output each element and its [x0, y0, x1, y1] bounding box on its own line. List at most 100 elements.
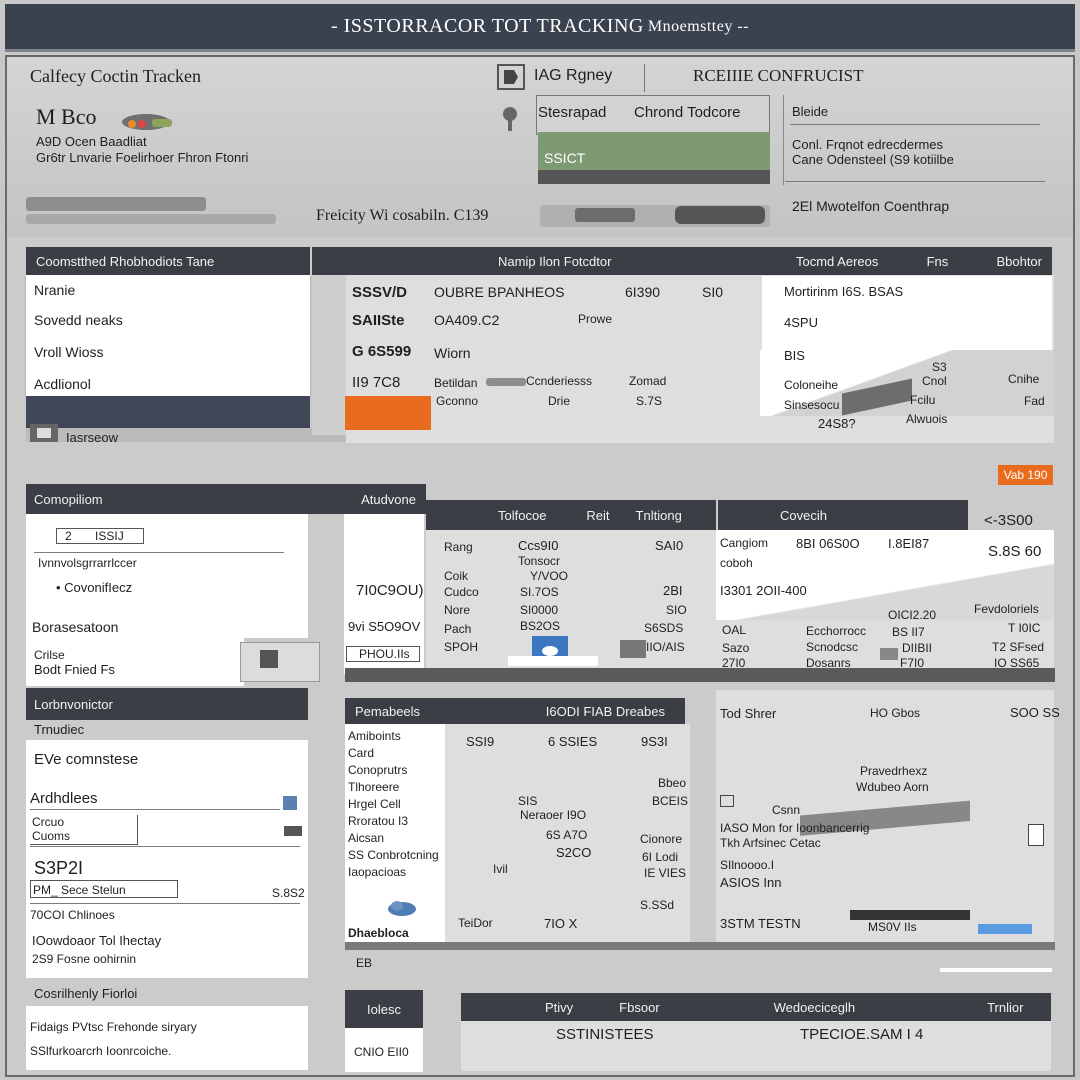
right-top-n2: Cnol: [922, 374, 947, 388]
right-top-badge-button[interactable]: Vab 190: [998, 465, 1053, 485]
mid-low-cloud-icon[interactable]: [382, 896, 422, 918]
left-low-line-1: EVe comnstese: [34, 751, 139, 768]
left-top-item-1[interactable]: Nranie: [34, 282, 75, 298]
right-header-line-1: Conl. Frqnot edrecdermes: [792, 137, 944, 152]
right-low-header: Tod Shrer: [720, 706, 777, 721]
right-low-blue-button[interactable]: [978, 924, 1032, 934]
bottom-mid-value: CNIO EII0: [354, 1045, 409, 1059]
right-top-n3: Cnihe: [1008, 372, 1040, 386]
right-top-line-1: Mortirinm I6S. BSAS: [784, 284, 904, 299]
mid-top-row-4-c1: Ccnderiesss: [526, 374, 593, 388]
left-top-footer-icon[interactable]: [30, 424, 58, 442]
left-top-item-4[interactable]: Acdlionol: [34, 376, 91, 392]
right-low-h2: HO Gbos: [870, 706, 921, 720]
bottom-mid-label: EB: [356, 956, 373, 970]
right-low-flag-icon[interactable]: [720, 795, 734, 807]
mid-top-row-1-name: OUBRE BPANHEOS: [434, 284, 565, 300]
center-row-4-b: SI.7OS: [520, 585, 559, 599]
mid-top-row-3-name: Wiorn: [434, 345, 471, 361]
mid-low-list-item[interactable]: Tlhoreere: [348, 779, 439, 796]
mid-low-col1-6: 6S A7O: [546, 828, 588, 842]
mid-low-col1-1: SSI9: [466, 734, 495, 749]
left-mid-header: Comopiliom Atudvone: [26, 484, 426, 514]
left-mid-mini-control[interactable]: [240, 642, 320, 682]
right-low-l2: Wdubeo Aorn: [856, 780, 929, 794]
left-top-item-2[interactable]: Sovedd neaks: [34, 312, 123, 328]
right-mid-b1: Fevdoloriels: [974, 602, 1039, 616]
right-top-label-4: Alwuois: [906, 412, 948, 426]
right-low-doc-icon[interactable]: [1028, 824, 1044, 846]
right-low-h3: SOO SS: [1010, 705, 1060, 720]
mid-top-row-4-id: II9 7C8: [352, 374, 401, 391]
row3-separator-bar: [345, 942, 1055, 950]
mid-top-row-5-c2: S.7S: [636, 394, 663, 408]
center-row-3-b: Y/VOO: [530, 569, 569, 583]
center-row-5-c: SIO: [666, 603, 687, 617]
right-top-label-1: Coloneihe: [784, 378, 839, 392]
mid-low-footer: Dhaebloca: [348, 926, 409, 940]
mid-low-list-item[interactable]: Card: [348, 745, 439, 762]
left-low-calendar-icon[interactable]: [283, 796, 297, 810]
mid-low-list-item[interactable]: Iaopacioas: [348, 864, 439, 881]
left-mid-line-2-bullet[interactable]: • CovonifIecz: [56, 580, 132, 595]
left-top-item-3[interactable]: Vroll Wioss: [34, 344, 104, 360]
right-top-n1: S3: [932, 360, 947, 374]
right-low-l5: Tkh Arfsinec Cetac: [720, 836, 821, 850]
right-mid-r1b: 8BI 06S0O: [796, 536, 860, 551]
mid-low-col2-9: 7IO X: [544, 916, 578, 931]
right-mid-r1d: S.8S 60: [988, 543, 1042, 560]
center-row-1-a: Rang: [444, 540, 473, 554]
mid-low-list-item[interactable]: Aicsan: [348, 830, 439, 847]
mid-low-list: Amiboints Card Conoprutrs Tlhoreere Hrge…: [348, 728, 439, 881]
progress-rail-left: [26, 197, 206, 211]
right-low-l6: SIlnoooo.I: [720, 858, 775, 872]
bottom-left-line-2: SSlfurkoarcrh Ioonrcoiche.: [30, 1044, 172, 1058]
mid-low-col3-6: Cionore: [640, 832, 683, 846]
bottom-value-a: SSTINISTEES: [556, 1026, 654, 1043]
right-top-amount: 24S8?: [818, 416, 856, 431]
mid-low-list-item[interactable]: Conoprutrs: [348, 762, 439, 779]
right-mid-small-icon: [880, 648, 898, 660]
mid-top-row-1-c2: SI0: [702, 284, 724, 300]
right-low-l8: 3STM TESTN: [720, 916, 801, 931]
rail-slider-handle[interactable]: [575, 208, 635, 222]
right-low-l9: MS0V IIs: [868, 920, 917, 934]
mid-top-row-2-id: SAIISte: [352, 312, 405, 329]
mid-low-col3-1: 9S3I: [641, 734, 668, 749]
left-low-subheader: Trnudiec: [34, 722, 85, 737]
right-top-n4: Fad: [1024, 394, 1045, 408]
mid-top-row-2-c1: Prowe: [578, 312, 613, 326]
right-low-l4: IASO Mon for Ioonbancerrig: [720, 821, 870, 835]
mid-mid-field-2[interactable]: PHOU.IIs: [346, 646, 420, 662]
left-mid-sub-1: Crilse: [34, 648, 65, 662]
orange-highlight-cell[interactable]: [345, 396, 431, 430]
left-mid-label: Borasesatoon: [32, 619, 119, 635]
right-low-l7: ASIOS Inn: [720, 875, 782, 890]
mid-low-list-item[interactable]: Rroratou I3: [348, 813, 439, 830]
left-mid-control-icon[interactable]: [260, 650, 278, 668]
left-low-toggle[interactable]: [284, 826, 302, 836]
pin-icon[interactable]: [498, 104, 522, 134]
status-green-value: SSICT: [544, 150, 586, 166]
mid-low-list-item[interactable]: SS Conbrotcning: [348, 847, 439, 864]
right-mid-b3: T2 SFsed: [992, 640, 1045, 654]
mid-top-row-1-id: SSSV/D: [352, 284, 408, 301]
status-label: Stesrapad: [538, 104, 607, 121]
mid-low-list-item[interactable]: Amiboints: [348, 728, 439, 745]
mid-low-list-item[interactable]: Hrgel Cell: [348, 796, 439, 813]
bottom-table-header: Ptivy Fbsoor Wedoeciceglh Trnlior: [461, 993, 1051, 1021]
center-row-7-a: SPOH: [444, 640, 479, 654]
left-low-code: S3P2I: [34, 858, 84, 878]
mid-top-row-4-c2: Zomad: [629, 374, 667, 388]
row3-white-line: [940, 968, 1052, 972]
left-low-field-1[interactable]: Crcuo Cuoms: [30, 815, 138, 845]
left-mid-chip[interactable]: 2 ISSIJ: [56, 528, 144, 544]
tag-icon[interactable]: [497, 64, 525, 90]
left-mid-line-1: Ivnnvolsgrrarrlccer: [38, 556, 137, 570]
left-low-input[interactable]: PM_ Sece Stelun: [30, 880, 178, 898]
brand-logo-text: M Bco: [36, 104, 97, 129]
mid-mid-header: Atudvone: [361, 491, 416, 507]
rail-toggle-button[interactable]: [675, 206, 765, 224]
left-low-line-2: Ardhdlees: [30, 790, 98, 807]
rail-caption: Freicity Wi cosabiln. C139: [316, 207, 489, 224]
